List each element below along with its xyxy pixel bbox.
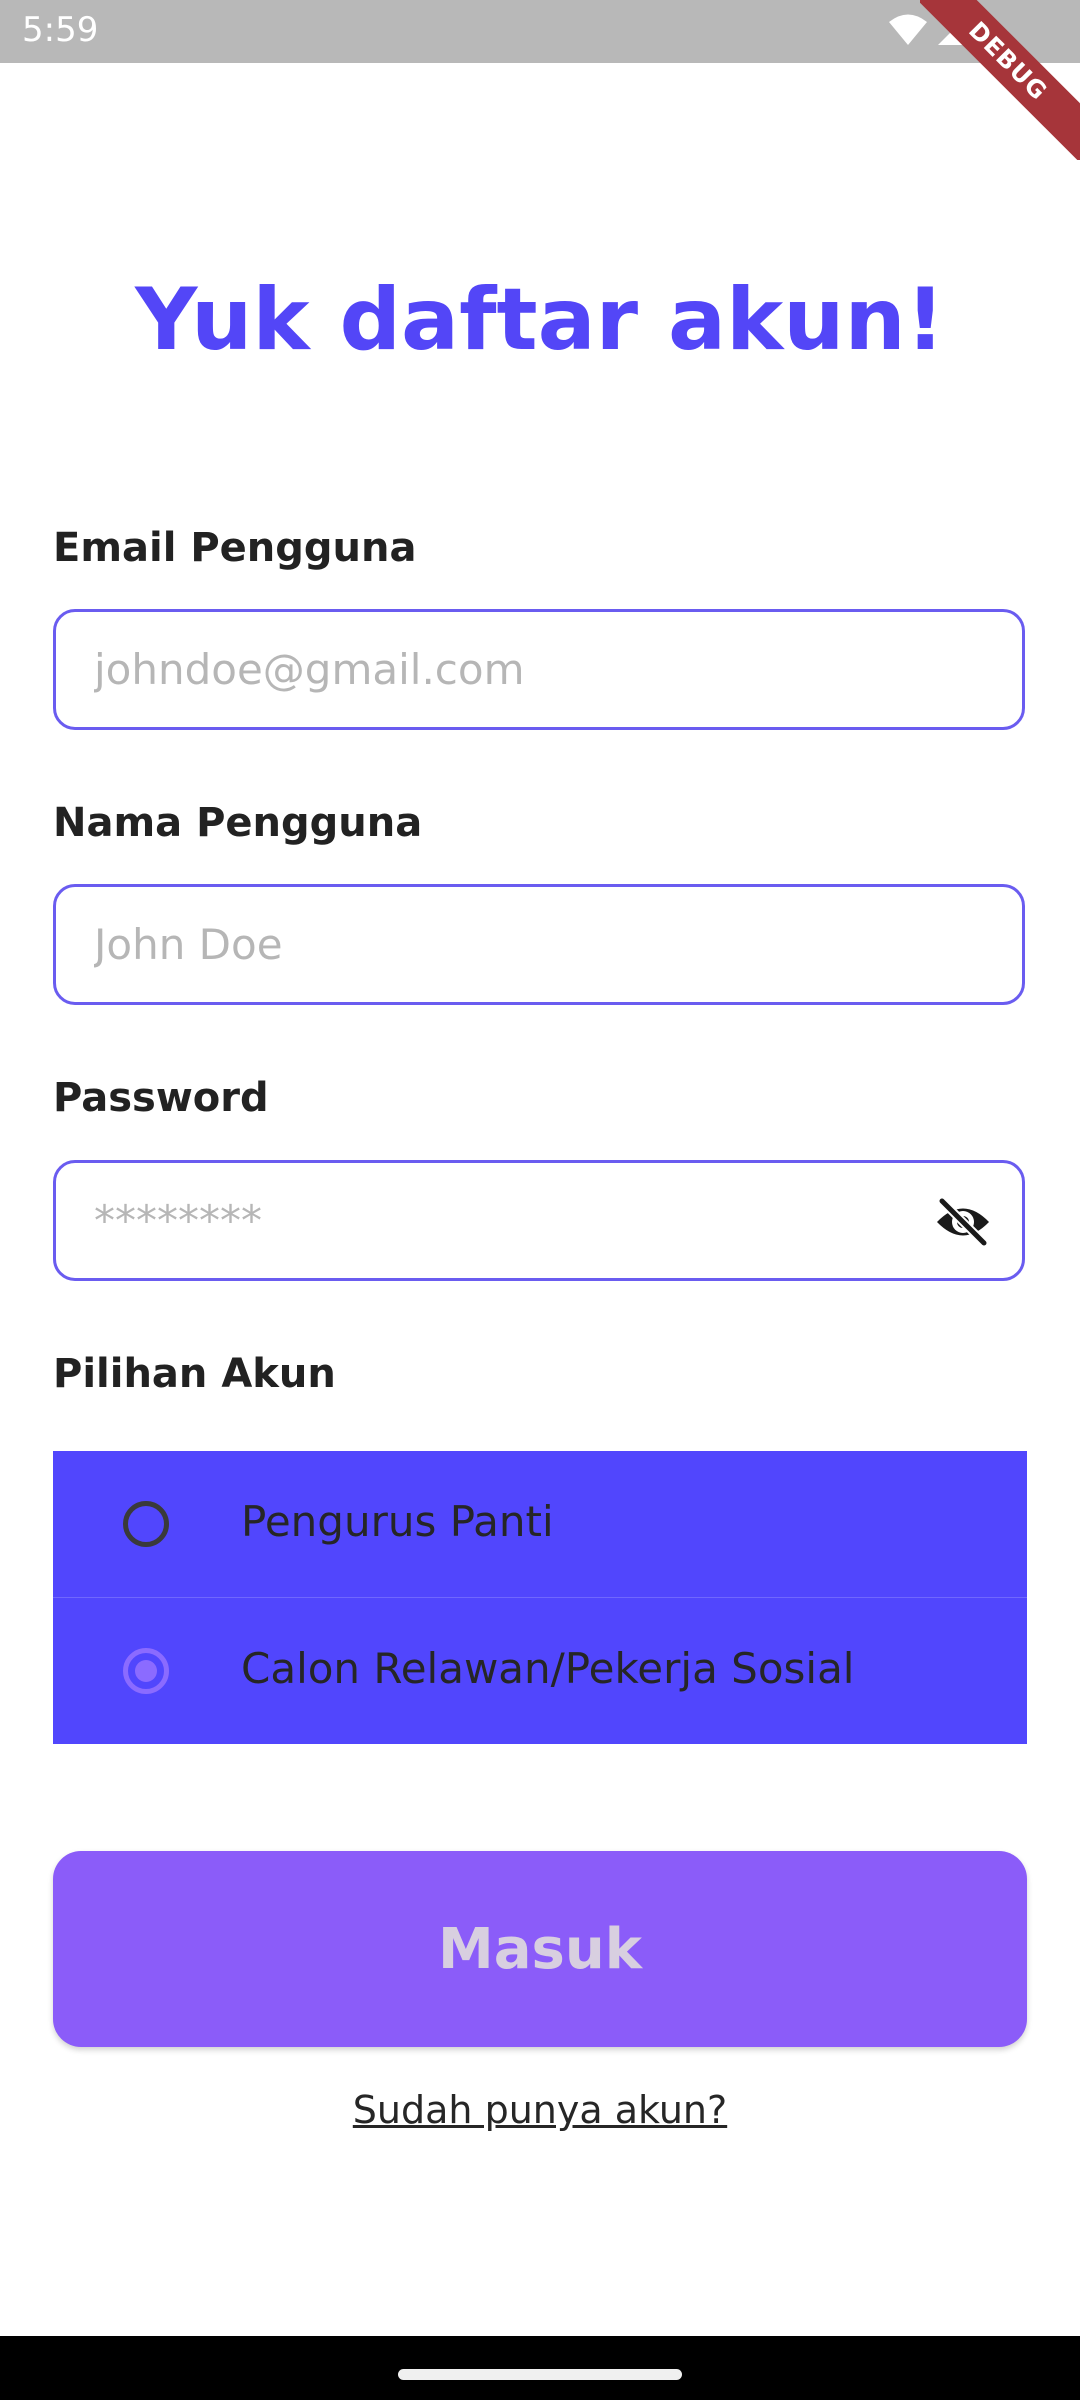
account-type-label: Pilihan Akun (53, 1351, 336, 1397)
password-visibility-toggle[interactable] (932, 1193, 994, 1255)
account-type-radio-group: Pengurus Panti Calon Relawan/Pekerja Sos… (53, 1451, 1027, 1744)
name-field-container (53, 884, 1025, 1005)
visibility-off-icon (934, 1196, 992, 1251)
radio-option-pengurus-panti[interactable]: Pengurus Panti (53, 1451, 1027, 1597)
radio-option-label: Pengurus Panti (241, 1497, 554, 1546)
radio-checked-icon (123, 1648, 169, 1694)
status-time: 5:59 (22, 10, 99, 50)
submit-button[interactable]: Masuk (53, 1851, 1027, 2047)
page-title: Yuk daftar akun! (135, 270, 945, 370)
login-link[interactable]: Sudah punya akun? (353, 2088, 727, 2132)
radio-option-label: Calon Relawan/Pekerja Sosial (241, 1644, 855, 1693)
password-field-container (53, 1160, 1025, 1281)
radio-option-calon-relawan[interactable]: Calon Relawan/Pekerja Sosial (53, 1598, 1027, 1744)
signup-screen: 5:59 DEBUG Yuk daftar akun! Email Penggu… (0, 0, 1080, 2400)
password-label: Password (53, 1075, 269, 1121)
cellular-signal-icon (936, 13, 970, 51)
email-label: Email Pengguna (53, 525, 417, 571)
login-link-container: Sudah punya akun? (0, 2088, 1080, 2132)
email-field[interactable] (94, 612, 954, 727)
home-indicator[interactable] (398, 2369, 682, 2380)
status-bar: 5:59 (0, 0, 1080, 63)
email-field-container (53, 609, 1025, 730)
name-field[interactable] (94, 887, 954, 1002)
status-icons (888, 12, 970, 52)
radio-unchecked-icon (123, 1501, 169, 1547)
password-field[interactable] (94, 1163, 954, 1278)
submit-button-label: Masuk (438, 1916, 642, 1982)
system-navigation-bar (0, 2336, 1080, 2400)
name-label: Nama Pengguna (53, 800, 423, 846)
wifi-icon (888, 13, 928, 51)
